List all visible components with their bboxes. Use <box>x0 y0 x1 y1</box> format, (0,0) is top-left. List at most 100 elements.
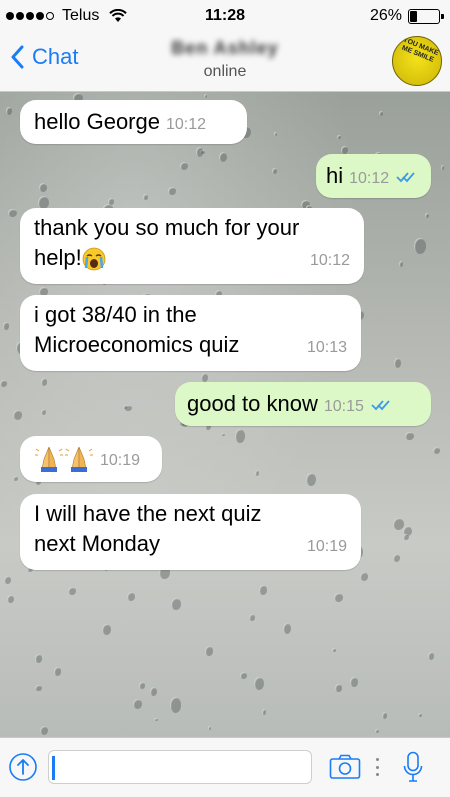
message-text-line: next Monday <box>34 531 160 556</box>
message-text: hi <box>326 163 344 188</box>
raindrop <box>221 432 225 437</box>
raindrop <box>39 725 49 736</box>
raindrop <box>107 198 115 205</box>
message-bubble-incoming[interactable]: i got 38/40 in the Microeconomics quiz 1… <box>20 295 361 371</box>
message-text-line: i got 38/40 in the <box>34 302 197 327</box>
message-text-line: help! <box>34 245 82 270</box>
battery-icon <box>408 8 444 24</box>
nav-bar: Chat Ben Ashley online YOU MAKE ME SMILE <box>0 30 450 92</box>
raindrop <box>142 193 149 200</box>
raindrop <box>6 106 12 115</box>
raindrop <box>398 261 403 267</box>
message-text: good to know <box>187 391 318 416</box>
raindrop <box>13 476 18 482</box>
message-text-line: I will have the next quiz <box>34 501 262 526</box>
raindrop <box>170 598 182 611</box>
message-time: 10:19 <box>100 452 141 469</box>
raindrop <box>179 161 189 170</box>
raindrop <box>414 238 426 254</box>
raindrop <box>150 687 158 697</box>
raindrop <box>441 165 445 170</box>
raindrop <box>132 699 142 709</box>
message-bubble-incoming[interactable]: 10:19 <box>20 436 162 482</box>
message-bubble-outgoing[interactable]: hi 10:12 <box>316 154 431 198</box>
raindrop <box>381 711 388 719</box>
raindrop <box>138 682 146 690</box>
raindrop <box>168 187 176 196</box>
raindrop <box>334 592 343 603</box>
raindrop <box>196 147 204 157</box>
raindrop <box>34 654 42 663</box>
input-bar <box>0 737 450 797</box>
raindrop <box>350 677 358 687</box>
raindrop <box>122 404 127 409</box>
raindrop <box>432 447 440 454</box>
raindrop <box>425 213 430 218</box>
camera-icon[interactable] <box>329 754 361 780</box>
raindrop <box>360 572 369 581</box>
message-bubble-incoming[interactable]: hello George 10:12 <box>20 100 247 144</box>
raindrop <box>254 469 260 476</box>
raindrop <box>427 651 435 661</box>
raindrop <box>378 110 383 116</box>
raindrop <box>253 676 265 691</box>
raindrop <box>200 373 208 383</box>
raindrop <box>336 134 341 140</box>
raindrop <box>154 717 158 722</box>
raindrop <box>218 151 227 162</box>
raindrop <box>102 623 112 636</box>
raindrop <box>273 132 278 136</box>
raindrop <box>335 683 342 693</box>
raindrop <box>261 709 266 715</box>
raindrop <box>392 553 401 563</box>
raindrop <box>3 576 12 585</box>
raindrop <box>417 712 423 717</box>
text-caret <box>52 756 55 780</box>
message-text: hello George <box>34 109 160 134</box>
raindrop <box>340 145 348 155</box>
raindrop <box>68 586 77 596</box>
raindrop <box>271 168 277 175</box>
raindrop <box>3 322 9 330</box>
read-receipt-icon <box>396 172 415 183</box>
raindrop <box>7 595 15 604</box>
raindrop <box>204 646 214 656</box>
separator-dots <box>375 758 379 776</box>
contact-info[interactable]: Ben Ashley online <box>0 38 450 81</box>
contact-status: online <box>203 63 247 80</box>
raindrop <box>403 534 409 541</box>
microphone-icon[interactable] <box>403 751 423 783</box>
message-bubble-outgoing[interactable]: good to know 10:15 <box>175 382 431 426</box>
raindrop <box>204 94 208 98</box>
raindrop <box>12 410 23 421</box>
chat-area[interactable]: hello George 10:12 hi 10:12 thank you so m… <box>0 92 450 737</box>
battery-level <box>410 10 418 22</box>
share-upload-icon[interactable] <box>8 752 38 782</box>
raindrop <box>282 622 291 634</box>
raindrop <box>374 728 379 733</box>
raindrop <box>259 585 267 596</box>
message-bubble-incoming[interactable]: I will have the next quiz next Monday 10… <box>20 494 361 570</box>
raindrop <box>305 472 317 487</box>
raindrop <box>40 378 47 386</box>
contact-name: Ben Ashley <box>171 38 279 58</box>
battery-percent: 26% <box>369 7 402 24</box>
raindrop <box>53 667 62 676</box>
raindrop <box>41 408 47 415</box>
message-time: 10:12 <box>349 170 390 187</box>
raindrop <box>38 182 48 192</box>
message-bubble-incoming[interactable]: thank you so much for your help! 10:12 <box>20 208 364 284</box>
raindrop <box>0 380 7 388</box>
raindrop <box>394 358 402 368</box>
message-time: 10:13 <box>306 339 347 356</box>
message-text-line: thank you so much for your <box>34 215 300 240</box>
raindrop <box>35 684 42 692</box>
message-text-line: Microeconomics quiz <box>34 332 240 357</box>
avatar[interactable]: YOU MAKE ME SMILE <box>392 36 442 86</box>
message-input[interactable] <box>48 750 312 784</box>
raindrop <box>207 725 212 730</box>
raindrop <box>8 208 17 217</box>
raindrop <box>240 671 248 680</box>
message-time: 10:19 <box>306 538 347 555</box>
raindrop <box>404 431 414 441</box>
